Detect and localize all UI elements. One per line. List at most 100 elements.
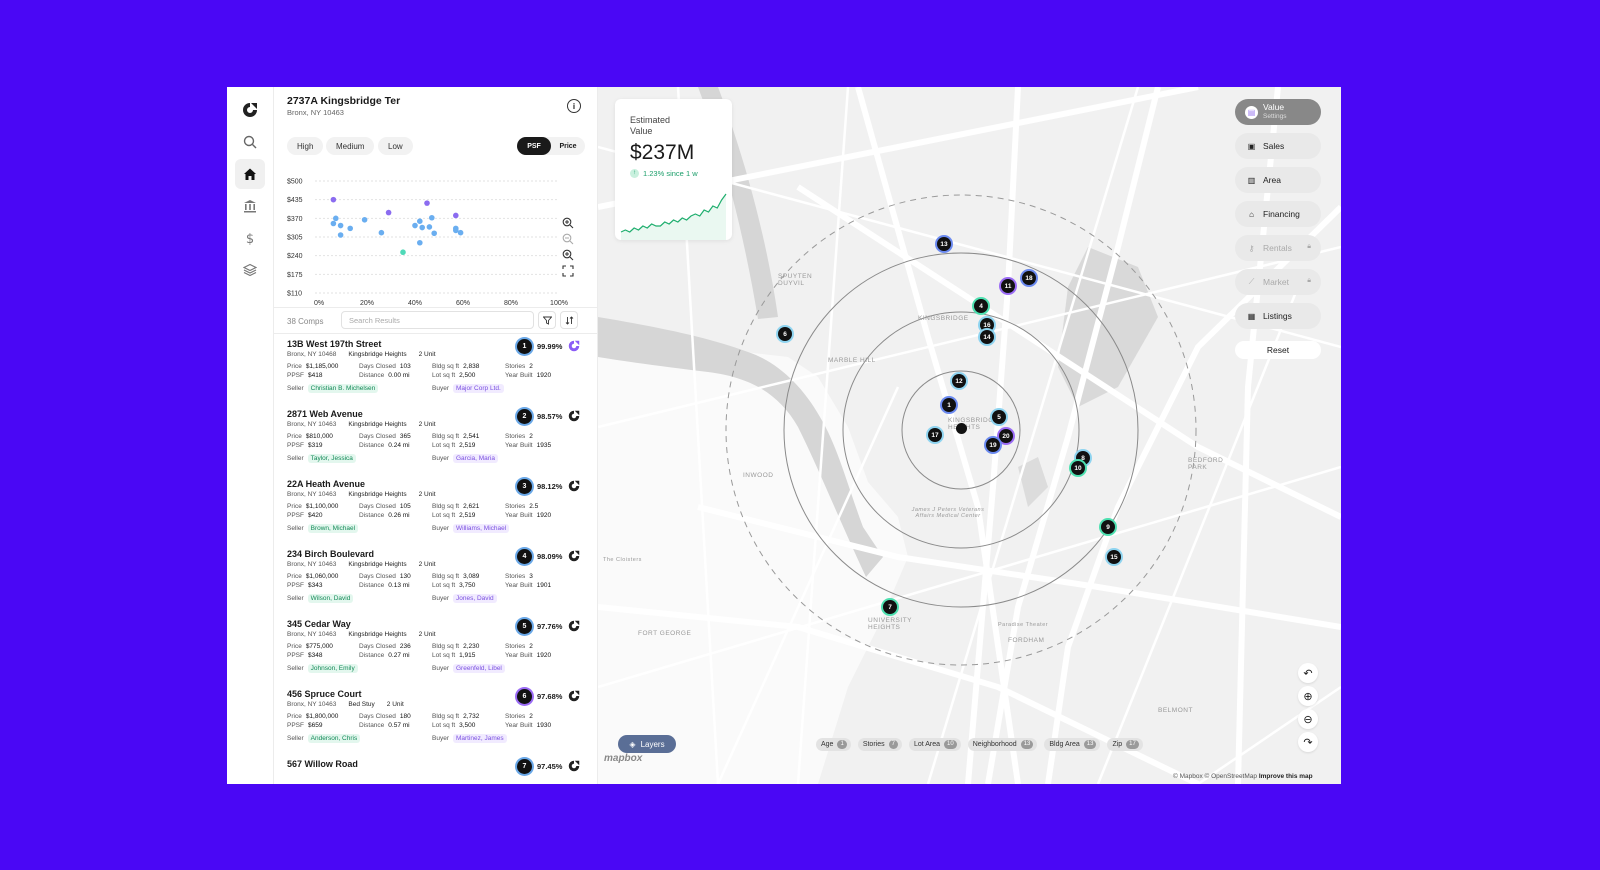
improve-map-link[interactable]: Improve this map — [1259, 773, 1313, 780]
buyer-name[interactable]: Garcia, Maria — [452, 454, 498, 463]
comp-name[interactable]: 456 Spruce Court — [287, 689, 362, 699]
map-pin[interactable]: 19 — [986, 438, 1000, 452]
scatter-point[interactable] — [412, 222, 418, 229]
comp-row[interactable]: 234 Birch Boulevard Bronx, NY 10463 Kingsb… — [274, 549, 597, 620]
scatter-point[interactable] — [347, 225, 353, 232]
layers-icon[interactable] — [235, 255, 265, 285]
info-icon[interactable]: i — [567, 99, 581, 113]
scatter-point[interactable] — [361, 216, 368, 223]
comp-row[interactable]: 345 Cedar Way Bronx, NY 10463 Kingsbridge … — [274, 619, 597, 690]
undo-icon[interactable]: ↶ — [1298, 663, 1318, 683]
scatter-point[interactable] — [419, 224, 425, 231]
filter-chip[interactable]: Bldg Area 13 — [1044, 738, 1101, 751]
scatter-point[interactable] — [431, 230, 437, 237]
bank-icon[interactable] — [235, 191, 265, 221]
scatter-point[interactable] — [457, 229, 464, 236]
map-pin[interactable]: 18 — [1022, 271, 1036, 285]
layers-button[interactable]: ◈ Layers — [618, 735, 676, 753]
scatter-point[interactable] — [400, 249, 406, 256]
zoom-in-icon[interactable] — [562, 217, 574, 229]
logo-icon[interactable] — [568, 760, 580, 772]
menu-value[interactable]: ▤ Value Settings — [1235, 99, 1321, 125]
scatter-point[interactable] — [453, 227, 459, 234]
menu-sales[interactable]: ▣ Sales — [1235, 133, 1321, 159]
map-view[interactable]: KINGSBRIDGE MARBLE HILL SPUYTEN DUYVIL I… — [598, 87, 1341, 784]
comp-row[interactable]: 567 Willow Road 7 97.45% — [274, 759, 597, 784]
logo-icon[interactable] — [235, 95, 265, 125]
menu-market[interactable]: ⟋ Market 🔒︎ — [1235, 269, 1321, 295]
toggle-psf[interactable]: PSF — [517, 137, 551, 155]
scatter-point[interactable] — [385, 209, 392, 216]
scatter-point[interactable] — [330, 220, 337, 227]
map-pin[interactable]: 6 — [778, 327, 792, 341]
buyer-name[interactable]: Greenfeld, Libel — [452, 664, 505, 673]
scatter-point[interactable] — [378, 229, 385, 236]
comp-row[interactable]: 2871 Web Avenue Bronx, NY 10463 Kingsbridg… — [274, 409, 597, 480]
menu-listings[interactable]: ▦ Listings — [1235, 303, 1321, 329]
expand-icon[interactable] — [562, 265, 574, 277]
seller-name[interactable]: Anderson, Chris — [307, 734, 361, 743]
comp-name[interactable]: 13B West 197th Street — [287, 339, 381, 349]
comp-name[interactable]: 22A Heath Avenue — [287, 479, 365, 489]
redo-icon[interactable]: ↷ — [1298, 732, 1318, 752]
logo-icon[interactable] — [568, 410, 580, 422]
search-input[interactable]: Search Results — [341, 311, 534, 329]
seller-name[interactable]: Christian B. Michelsen — [307, 384, 379, 393]
comp-name[interactable]: 567 Willow Road — [287, 759, 358, 769]
sort-icon[interactable] — [560, 311, 578, 329]
map-pin[interactable]: 7 — [883, 600, 897, 614]
map-pin[interactable]: 13 — [937, 237, 951, 251]
menu-area[interactable]: ▥ Area — [1235, 167, 1321, 193]
home-icon[interactable] — [235, 159, 265, 189]
map-pin[interactable]: 15 — [1107, 550, 1121, 564]
psf-price-toggle[interactable]: PSF Price — [517, 137, 585, 155]
comp-row[interactable]: 456 Spruce Court Bronx, NY 10463 Bed Stuy 2… — [274, 689, 597, 760]
buyer-name[interactable]: Williams, Michael — [452, 524, 510, 533]
map-pin[interactable]: 4 — [974, 299, 988, 313]
scatter-point[interactable] — [426, 224, 433, 230]
scatter-point[interactable] — [333, 215, 339, 222]
filter-chip[interactable]: Neighborhood 13 — [967, 738, 1038, 751]
scatter-point[interactable] — [330, 196, 337, 203]
map-pin[interactable]: 12 — [952, 374, 966, 388]
comp-row[interactable]: 13B West 197th Street Bronx, NY 10468 King… — [274, 339, 597, 410]
map-pin[interactable]: 14 — [980, 330, 994, 344]
logo-icon[interactable] — [568, 550, 580, 562]
scatter-point[interactable] — [417, 239, 423, 246]
map-pin[interactable]: 11 — [1001, 279, 1015, 293]
map-pin[interactable]: 20 — [999, 429, 1013, 443]
comp-row[interactable]: 22A Heath Avenue Bronx, NY 10463 Kingsbrid… — [274, 479, 597, 550]
toggle-price[interactable]: Price — [551, 137, 585, 155]
zoom-out-icon[interactable] — [562, 233, 574, 245]
seller-name[interactable]: Wilson, David — [307, 594, 354, 603]
scatter-point[interactable] — [337, 222, 344, 229]
comp-name[interactable]: 234 Birch Boulevard — [287, 549, 374, 559]
subject-property-pin[interactable] — [956, 423, 967, 434]
filter-chip[interactable]: Stories 7 — [857, 738, 902, 751]
filter-chip[interactable]: Age 1 — [816, 738, 851, 751]
filter-medium[interactable]: Medium — [326, 137, 375, 155]
scatter-point[interactable] — [429, 214, 435, 221]
scatter-point[interactable] — [337, 232, 344, 238]
filter-high[interactable]: High — [287, 137, 324, 155]
seller-name[interactable]: Taylor, Jessica — [307, 454, 356, 463]
filter-low[interactable]: Low — [378, 137, 413, 155]
menu-rentals[interactable]: ⚷ Rentals 🔒︎ — [1235, 235, 1321, 261]
scatter-point[interactable] — [424, 200, 430, 206]
map-pin[interactable]: 17 — [928, 428, 942, 442]
map-pin[interactable]: 1 — [942, 398, 956, 412]
buyer-name[interactable]: Martinez, James — [452, 734, 507, 743]
logo-icon[interactable] — [568, 690, 580, 702]
map-pin[interactable]: 10 — [1071, 461, 1085, 475]
scatter-point[interactable] — [417, 218, 423, 225]
seller-name[interactable]: Brown, Michael — [307, 524, 359, 533]
map-pin[interactable]: 5 — [992, 410, 1006, 424]
scatter-point[interactable] — [453, 212, 459, 219]
filter-chip[interactable]: Lot Area 10 — [908, 738, 961, 751]
search-icon[interactable] — [235, 127, 265, 157]
menu-financing[interactable]: ⌂ Financing — [1235, 201, 1321, 227]
logo-icon[interactable] — [568, 620, 580, 632]
zoom-in-icon[interactable]: ⊕ — [1298, 686, 1318, 706]
buyer-name[interactable]: Jones, David — [452, 594, 497, 603]
comp-name[interactable]: 345 Cedar Way — [287, 619, 351, 629]
